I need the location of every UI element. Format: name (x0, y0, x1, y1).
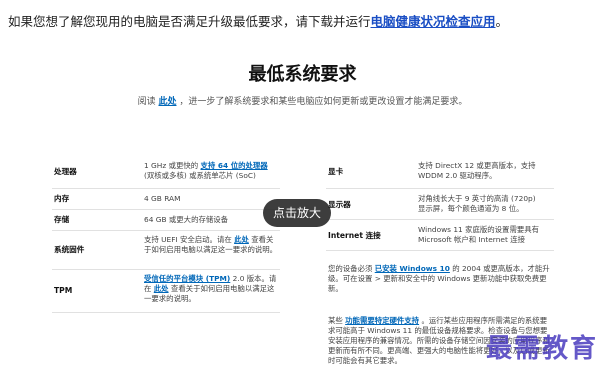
note-pre: 您的设备必须 (328, 264, 373, 273)
table-row: 存储 64 GB 或更大的存储设备 (52, 210, 280, 231)
right-requirements-table: 显卡 支持 DirectX 12 或更高版本，支持 WDDM 2.0 驱动程序。… (326, 155, 554, 251)
value-text: 1 GHz 或更快的 (144, 161, 199, 170)
note-pre: 某些 (328, 316, 343, 325)
value-text: 支持 DirectX 12 或更高版本，支持 (418, 161, 536, 170)
row-value-tpm: 受信任的平台模块 (TPM) 2.0 版本。请在 此处 查看关于如何启用电脑以满… (144, 274, 280, 304)
row-value-memory: 4 GB RAM (144, 194, 181, 203)
table-row: 处理器 1 GHz 或更快的 支持 64 位的处理器 (双核或多核) 或系统单芯… (52, 155, 280, 189)
row-label-tpm: TPM (54, 286, 73, 295)
table-row: TPM 受信任的平台模块 (TPM) 2.0 版本。请在 此处 查看关于如何启用… (52, 270, 280, 313)
feature-hardware-link[interactable]: 功能需要特定硬件支持 (345, 316, 419, 325)
intro-text: 如果您想了解您现用的电脑是否满足升级最低要求，请下载并运行电脑健康状况检查应用。 (8, 11, 508, 30)
row-value-firmware: 支持 UEFI 安全启动。请在 此处 查看关于如何启用电脑以满足这一要求的说明。 (144, 235, 280, 255)
value-text: 显示屏，每个颜色通道为 8 位。 (418, 204, 524, 213)
windows10-link[interactable]: 已安装 Windows 10 (375, 264, 450, 273)
watermark-logo: 最需教育 (486, 334, 599, 364)
table-row: 内存 4 GB RAM (52, 189, 280, 210)
read-here-link[interactable]: 此处 (158, 97, 176, 107)
row-label-storage: 存储 (54, 215, 70, 224)
value-text: 对角线长大于 9 英寸的高清 (720p) (418, 194, 536, 203)
row-label-firmware: 系统固件 (54, 245, 85, 254)
value-text: Windows 11 家庭版的设置需要具有 (418, 225, 540, 234)
left-requirements-table: 处理器 1 GHz 或更快的 支持 64 位的处理器 (双核或多核) 或系统单芯… (52, 155, 280, 315)
sub-post: ，进一步了解系统要求和某些电脑应如何更新或更改设置才能满足要求。 (179, 97, 468, 107)
intro-sentence: 如果您想了解您现用的电脑是否满足升级最低要求，请下载并运行 (8, 14, 371, 29)
value-text: (双核或多核) 或系统单芯片 (SoC) (144, 171, 256, 180)
value-text: Microsoft 帐户和 Internet 连接 (418, 235, 525, 244)
row-value-processor: 1 GHz 或更快的 支持 64 位的处理器 (双核或多核) 或系统单芯片 (S… (144, 161, 280, 181)
row-label-internet: Internet 连接 (328, 231, 381, 240)
value-text: WDDM 2.0 驱动程序。 (418, 171, 497, 180)
row-value-display: 对角线长大于 9 英寸的高清 (720p) 显示屏，每个颜色通道为 8 位。 (418, 194, 554, 214)
table-row: 系统固件 支持 UEFI 安全启动。请在 此处 查看关于如何启用电脑以满足这一要… (52, 231, 280, 270)
64bit-processor-link[interactable]: 支持 64 位的处理器 (201, 161, 268, 170)
subheading: 阅读 此处 ，进一步了解系统要求和某些电脑应如何更新或更改设置才能满足要求。 (0, 94, 605, 107)
table-row: Internet 连接 Windows 11 家庭版的设置需要具有 Micros… (326, 220, 554, 251)
row-label-graphics: 显卡 (328, 167, 344, 176)
row-label-processor: 处理器 (54, 167, 77, 176)
row-label-memory: 内存 (54, 194, 70, 203)
row-label-display: 显示器 (328, 200, 351, 209)
row-value-storage: 64 GB 或更大的存储设备 (144, 215, 229, 224)
table-row: 显卡 支持 DirectX 12 或更高版本，支持 WDDM 2.0 驱动程序。 (326, 155, 554, 189)
table-row: 显示器 对角线长大于 9 英寸的高清 (720p) 显示屏，每个颜色通道为 8 … (326, 189, 554, 220)
tpm-here-link[interactable]: 此处 (154, 284, 169, 293)
row-value-graphics: 支持 DirectX 12 或更高版本，支持 WDDM 2.0 驱动程序。 (418, 161, 554, 181)
value-text: 支持 UEFI 安全启动。请在 (144, 235, 232, 244)
row-value-internet: Windows 11 家庭版的设置需要具有 Microsoft 帐户和 Inte… (418, 225, 554, 245)
zoom-image-button[interactable]: 点击放大 (263, 199, 331, 227)
sub-pre: 阅读 (137, 97, 156, 107)
firmware-here-link[interactable]: 此处 (234, 235, 249, 244)
page-heading: 最低系统要求 (248, 64, 357, 85)
tpm-link[interactable]: 受信任的平台模块 (TPM) (144, 274, 230, 283)
pc-health-check-link[interactable]: 电脑健康状况检查应用 (371, 14, 496, 29)
windows10-note: 您的设备必须 已安装 Windows 10 的 2004 或更高版本，才能升级。… (328, 264, 552, 294)
intro-end: 。 (495, 14, 509, 29)
